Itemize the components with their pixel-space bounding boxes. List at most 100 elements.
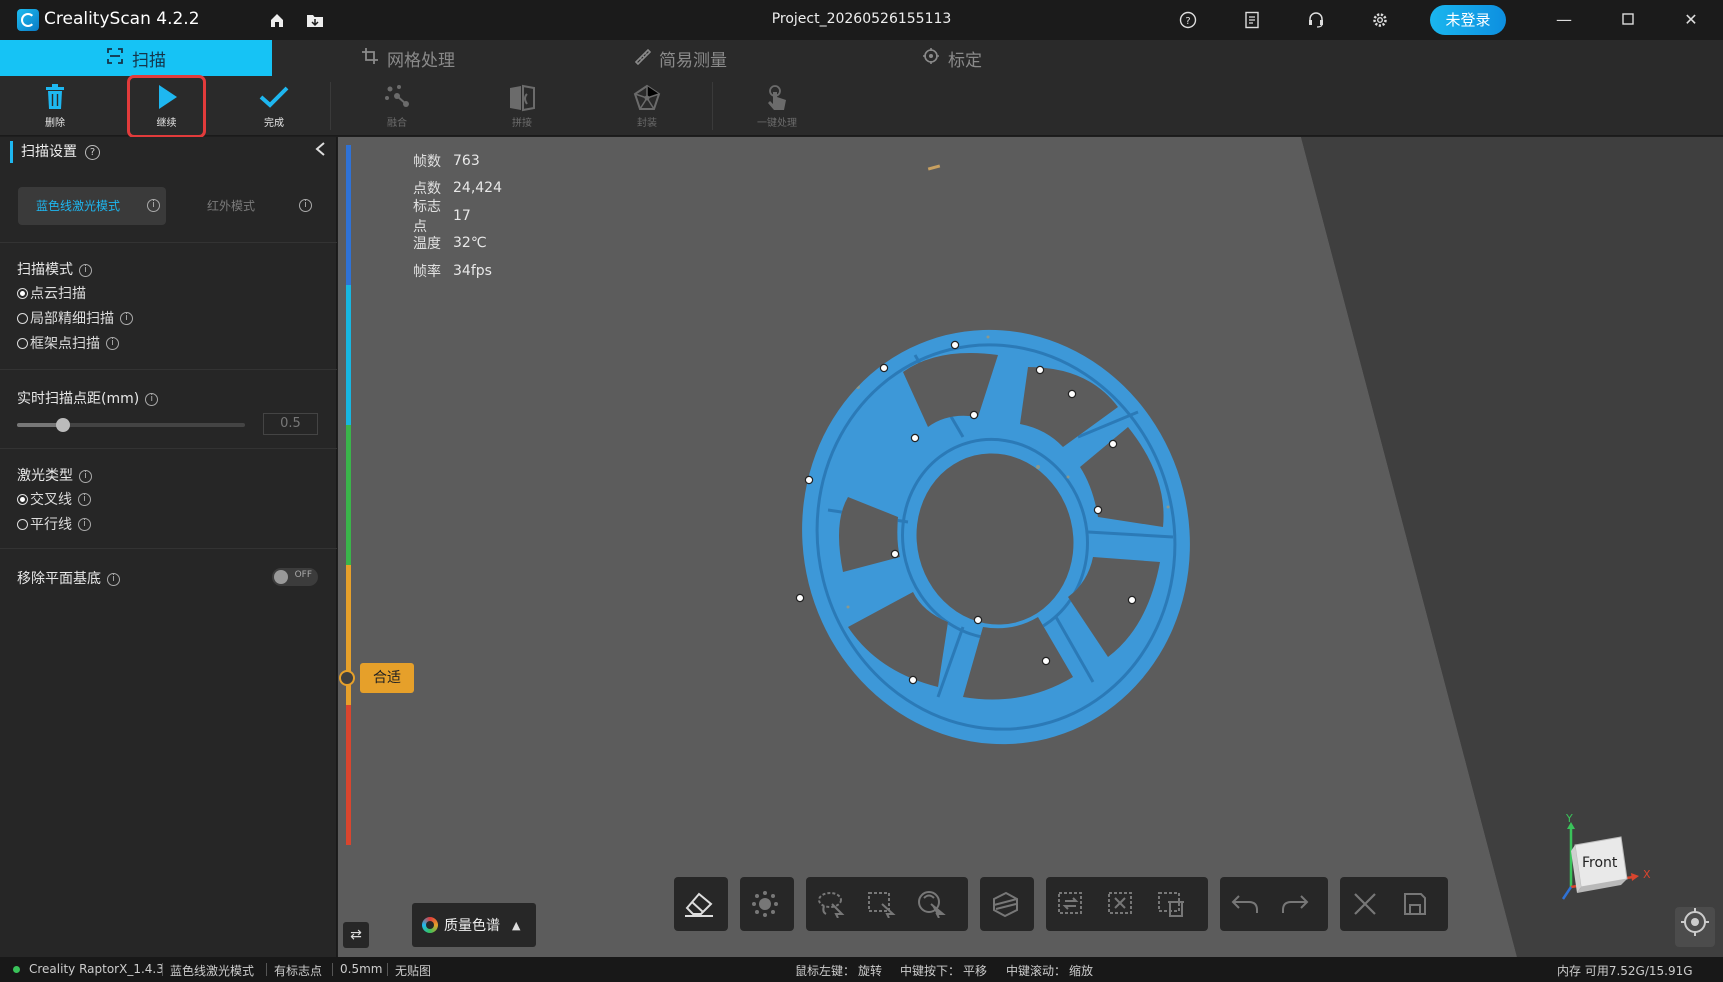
fuse-button[interactable]: 融合 — [362, 80, 432, 132]
encapsulate-button[interactable]: 封装 — [612, 80, 682, 132]
stat-markers: 标志点 17 — [413, 199, 502, 235]
tab-calibrate[interactable]: 标定 — [816, 40, 1088, 76]
delete-button[interactable]: 删除 — [20, 80, 90, 132]
scanned-wheel-model[interactable] — [788, 327, 1198, 747]
delete-selection-icon[interactable] — [1146, 879, 1196, 929]
quality-level-marker[interactable] — [339, 670, 355, 686]
help-icon[interactable]: ? — [85, 144, 100, 160]
lasso-select-icon[interactable] — [806, 879, 856, 929]
invert-selection-icon[interactable] — [1046, 879, 1096, 929]
one-click-process-button[interactable]: 一键处理 — [742, 80, 812, 132]
support-headset-icon[interactable] — [1306, 10, 1326, 30]
axis-y-label: Y — [1566, 812, 1573, 825]
brightness-icon[interactable] — [740, 879, 790, 929]
info-icon[interactable]: i — [299, 199, 312, 212]
info-icon[interactable]: i — [78, 492, 91, 506]
quality-red-segment — [346, 705, 351, 845]
app-logo-icon — [17, 9, 39, 31]
help-icon[interactable]: ? — [1178, 10, 1198, 30]
main-tabs: 扫描 网格处理 简易测量 标定 — [0, 40, 1723, 76]
ruler-icon — [633, 47, 652, 69]
device-name: Creality RaptorX_1.4.3 — [29, 962, 164, 976]
remove-plane-title: 移除平面基底 — [17, 571, 101, 587]
log-icon[interactable] — [1242, 10, 1262, 30]
info-icon[interactable]: i — [107, 572, 120, 586]
maximize-icon[interactable] — [1616, 8, 1640, 32]
radio-frame-point-scan[interactable]: 框架点扫描 i — [17, 333, 119, 353]
swap-view-icon[interactable]: ⇄ — [343, 922, 369, 948]
svg-text:?: ? — [1185, 16, 1190, 27]
collapse-panel-icon[interactable] — [314, 141, 326, 162]
info-icon[interactable]: i — [145, 392, 159, 406]
status-separator — [266, 963, 267, 976]
quality-colormap-button[interactable]: 质量色谱 ▲ — [412, 903, 536, 947]
radio-unselected-icon — [17, 337, 28, 349]
locate-target-icon[interactable] — [1675, 907, 1715, 947]
radio-selected-icon — [17, 493, 28, 505]
info-icon[interactable]: i — [147, 199, 160, 212]
stitch-button[interactable]: 拼接 — [487, 80, 557, 132]
scan-frame-icon — [106, 47, 124, 69]
radio-parallel-line[interactable]: 平行线 i — [17, 514, 91, 534]
brush-select-icon[interactable] — [906, 879, 956, 929]
mode-infrared[interactable]: 红外模式 i — [173, 187, 318, 225]
info-icon[interactable]: i — [79, 263, 92, 277]
crosshair-icon — [922, 47, 940, 69]
radio-point-cloud-scan[interactable]: 点云扫描 — [17, 283, 86, 303]
one-click-label: 一键处理 — [757, 117, 797, 129]
plane-cut-icon[interactable] — [980, 879, 1030, 929]
rect-select-icon[interactable] — [856, 879, 906, 929]
toolbar-divider — [712, 82, 713, 130]
cancel-edit-icon[interactable] — [1340, 879, 1390, 929]
section-divider — [0, 242, 337, 243]
eraser-icon[interactable] — [674, 879, 724, 929]
quality-level-label: 合适 — [360, 663, 414, 693]
toggle-knob — [274, 570, 288, 584]
stat-label: 标志点 — [413, 198, 441, 235]
stat-fps: 帧率 34fps — [413, 257, 502, 285]
point-distance-slider[interactable] — [17, 418, 245, 432]
radio-local-fine-scan[interactable]: 局部精细扫描 i — [17, 308, 133, 328]
info-icon[interactable]: i — [120, 311, 133, 325]
stat-value: 24,424 — [453, 180, 502, 197]
settings-gear-icon[interactable] — [1370, 10, 1390, 30]
login-button[interactable]: 未登录 — [1430, 5, 1506, 35]
undo-icon[interactable] — [1220, 879, 1270, 929]
slider-handle[interactable] — [56, 418, 70, 432]
quality-cyan-segment — [346, 285, 351, 425]
status-separator — [162, 963, 163, 976]
section-divider — [0, 548, 337, 549]
mode-blue-laser[interactable]: 蓝色线激光模式 i — [18, 187, 166, 225]
close-window-icon[interactable]: ✕ — [1679, 8, 1703, 32]
radio-cross-line[interactable]: 交叉线 i — [17, 489, 91, 509]
finish-label: 完成 — [264, 117, 284, 129]
remove-plane-toggle[interactable]: OFF — [272, 568, 318, 586]
tab-mesh[interactable]: 网格处理 — [272, 40, 544, 76]
point-distance-input[interactable]: 0.5 — [263, 413, 318, 435]
section-divider — [0, 448, 337, 449]
open-folder-icon[interactable] — [305, 10, 325, 30]
quality-blue-segment — [346, 145, 351, 285]
radio-unselected-icon — [17, 312, 28, 324]
panel-title-text: 扫描设置 — [21, 144, 77, 160]
3d-viewport[interactable]: 合适 帧数 763 点数 24,424 标志点 17 温度 32℃ 帧率 34fps — [338, 137, 1723, 957]
info-icon[interactable]: i — [79, 469, 92, 483]
radio-label: 局部精细扫描 — [30, 311, 114, 327]
home-icon[interactable] — [267, 10, 287, 30]
tab-scan[interactable]: 扫描 — [0, 40, 272, 76]
clear-selection-icon[interactable] — [1096, 879, 1146, 929]
info-icon[interactable]: i — [106, 336, 119, 350]
finish-button[interactable]: 完成 — [239, 80, 309, 132]
minimize-icon[interactable]: — — [1552, 8, 1576, 32]
redo-icon[interactable] — [1270, 879, 1320, 929]
stat-label: 帧率 — [413, 263, 441, 280]
save-icon[interactable] — [1390, 879, 1440, 929]
info-icon[interactable]: i — [78, 517, 91, 531]
title-bar: CrealityScan 4.2.2 Project_2026052615511… — [0, 0, 1723, 40]
continue-button[interactable]: 继续 — [127, 75, 206, 138]
hint-middle-value: 平移 — [963, 964, 988, 978]
quality-green-segment — [346, 425, 351, 565]
tab-mesh-label: 网格处理 — [387, 50, 455, 71]
tab-measure[interactable]: 简易测量 — [544, 40, 816, 76]
toggle-state: OFF — [294, 570, 312, 580]
